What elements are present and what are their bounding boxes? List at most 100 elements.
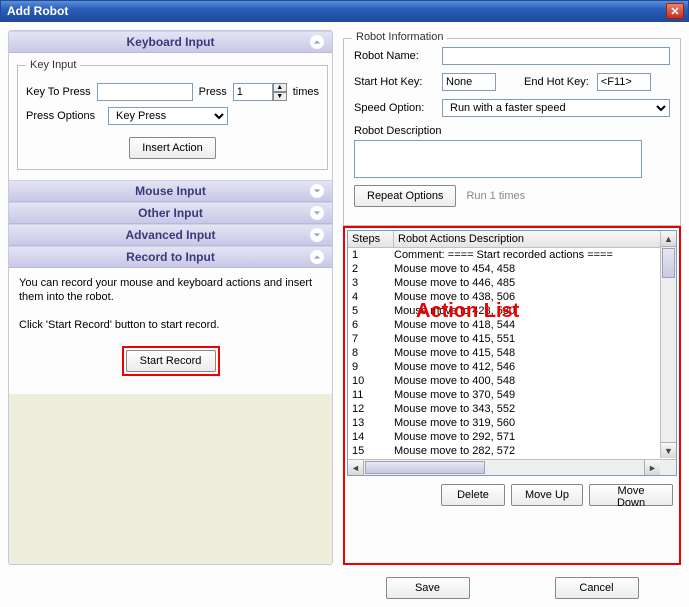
- move-down-button[interactable]: Move Down: [589, 484, 673, 506]
- cell-desc: Mouse move to 428, 530: [394, 304, 672, 318]
- robot-info-legend: Robot Information: [352, 31, 447, 43]
- scroll-up-icon[interactable]: ▲: [661, 231, 676, 247]
- table-row[interactable]: 10Mouse move to 400, 548: [348, 374, 676, 388]
- accordion-title: Advanced Input: [9, 228, 332, 242]
- cell-step: 9: [352, 360, 394, 374]
- table-row[interactable]: 3Mouse move to 446, 485: [348, 276, 676, 290]
- action-list[interactable]: Steps Robot Actions Description Action L…: [347, 230, 677, 476]
- robot-desc-label: Robot Description: [354, 125, 670, 137]
- accordion-title: Keyboard Input: [9, 35, 332, 49]
- cell-step: 7: [352, 332, 394, 346]
- cell-desc: Mouse move to 282, 572: [394, 444, 672, 458]
- speed-option-select[interactable]: Run with a faster speed: [442, 99, 670, 117]
- cell-desc: Mouse move to 454, 458: [394, 262, 672, 276]
- press-count-input[interactable]: [233, 83, 273, 101]
- key-to-press-label: Key To Press: [26, 86, 91, 98]
- press-label: Press: [199, 86, 227, 98]
- accordion-header-record[interactable]: Record to Input: [9, 246, 332, 268]
- spin-down[interactable]: ▼: [273, 92, 287, 101]
- robot-desc-input[interactable]: [354, 140, 642, 178]
- accordion-header-keyboard[interactable]: Keyboard Input: [9, 31, 332, 53]
- table-row[interactable]: 13Mouse move to 319, 560: [348, 416, 676, 430]
- table-row[interactable]: 2Mouse move to 454, 458: [348, 262, 676, 276]
- cell-desc: Mouse move to 370, 549: [394, 388, 672, 402]
- cell-desc: Mouse move to 400, 548: [394, 374, 672, 388]
- horizontal-scrollbar[interactable]: ◄ ►: [348, 459, 676, 475]
- hscroll-thumb[interactable]: [365, 461, 485, 474]
- cell-step: 12: [352, 402, 394, 416]
- press-options-label: Press Options: [26, 110, 102, 122]
- save-button[interactable]: Save: [386, 577, 470, 599]
- end-hotkey-input[interactable]: [597, 73, 651, 91]
- robot-name-input[interactable]: [442, 47, 670, 65]
- spacer: [9, 394, 332, 564]
- cell-step: 15: [352, 444, 394, 458]
- accordion-header-mouse[interactable]: Mouse Input: [9, 180, 332, 202]
- cell-step: 11: [352, 388, 394, 402]
- col-steps[interactable]: Steps: [348, 231, 394, 247]
- insert-action-button[interactable]: Insert Action: [129, 137, 216, 159]
- cell-step: 8: [352, 346, 394, 360]
- scroll-down-icon[interactable]: ▼: [661, 442, 676, 458]
- repeat-options-button[interactable]: Repeat Options: [354, 185, 456, 207]
- cell-step: 6: [352, 318, 394, 332]
- accordion-header-advanced[interactable]: Advanced Input: [9, 224, 332, 246]
- cell-step: 5: [352, 304, 394, 318]
- close-icon: ✕: [670, 5, 679, 18]
- cell-desc: Mouse move to 343, 552: [394, 402, 672, 416]
- cell-step: 10: [352, 374, 394, 388]
- cell-step: 14: [352, 430, 394, 444]
- start-record-button[interactable]: Start Record: [126, 350, 216, 372]
- accordion-title: Mouse Input: [9, 184, 332, 198]
- start-hotkey-input[interactable]: [442, 73, 496, 91]
- table-row[interactable]: 14Mouse move to 292, 571: [348, 430, 676, 444]
- scroll-thumb[interactable]: [662, 248, 675, 278]
- cell-step: 4: [352, 290, 394, 304]
- scroll-left-icon[interactable]: ◄: [348, 460, 364, 475]
- table-row[interactable]: 11Mouse move to 370, 549: [348, 388, 676, 402]
- cell-desc: Mouse move to 412, 546: [394, 360, 672, 374]
- table-row[interactable]: 9Mouse move to 412, 546: [348, 360, 676, 374]
- cell-step: 2: [352, 262, 394, 276]
- vertical-scrollbar[interactable]: ▲ ▼: [660, 231, 676, 458]
- press-options-select[interactable]: Key Press: [108, 107, 228, 125]
- cancel-button[interactable]: Cancel: [555, 577, 639, 599]
- cell-desc: Mouse move to 292, 571: [394, 430, 672, 444]
- cell-step: 3: [352, 276, 394, 290]
- record-note-1: You can record your mouse and keyboard a…: [19, 276, 322, 304]
- cell-desc: Mouse move to 415, 548: [394, 346, 672, 360]
- cell-step: 1: [352, 248, 394, 262]
- accordion-body-keyboard: Key Input Key To Press Press ▲ ▼ time: [9, 53, 332, 180]
- scroll-right-icon[interactable]: ►: [644, 460, 660, 475]
- start-hotkey-label: Start Hot Key:: [354, 76, 434, 88]
- accordion-title: Record to Input: [9, 250, 332, 264]
- highlight-box: Start Record: [122, 346, 220, 376]
- table-row[interactable]: 7Mouse move to 415, 551: [348, 332, 676, 346]
- record-note-2: Click 'Start Record' button to start rec…: [19, 318, 322, 332]
- list-rows[interactable]: Action List 1Comment: ==== Start recorde…: [348, 248, 676, 475]
- table-row[interactable]: 1Comment: ==== Start recorded actions ==…: [348, 248, 676, 262]
- table-row[interactable]: 4Mouse move to 438, 506: [348, 290, 676, 304]
- speed-option-label: Speed Option:: [354, 102, 434, 114]
- times-label: times: [293, 86, 319, 98]
- list-header: Steps Robot Actions Description: [348, 231, 676, 248]
- key-to-press-input[interactable]: [97, 83, 193, 101]
- cell-desc: Mouse move to 438, 506: [394, 290, 672, 304]
- table-row[interactable]: 8Mouse move to 415, 548: [348, 346, 676, 360]
- table-row[interactable]: 12Mouse move to 343, 552: [348, 402, 676, 416]
- table-row[interactable]: 6Mouse move to 418, 544: [348, 318, 676, 332]
- accordion-header-other[interactable]: Other Input: [9, 202, 332, 224]
- cell-desc: Mouse move to 446, 485: [394, 276, 672, 290]
- move-up-button[interactable]: Move Up: [511, 484, 583, 506]
- col-desc[interactable]: Robot Actions Description: [394, 231, 676, 247]
- action-list-area: Steps Robot Actions Description Action L…: [343, 226, 681, 565]
- table-row[interactable]: 15Mouse move to 282, 572: [348, 444, 676, 458]
- key-input-legend: Key Input: [26, 59, 80, 71]
- table-row[interactable]: 5Mouse move to 428, 530: [348, 304, 676, 318]
- close-button[interactable]: ✕: [666, 3, 684, 19]
- cell-desc: Comment: ==== Start recorded actions ===…: [394, 248, 672, 262]
- key-input-group: Key Input Key To Press Press ▲ ▼ time: [17, 59, 328, 170]
- delete-button[interactable]: Delete: [441, 484, 505, 506]
- spin-up[interactable]: ▲: [273, 83, 287, 92]
- window-title: Add Robot: [7, 4, 68, 18]
